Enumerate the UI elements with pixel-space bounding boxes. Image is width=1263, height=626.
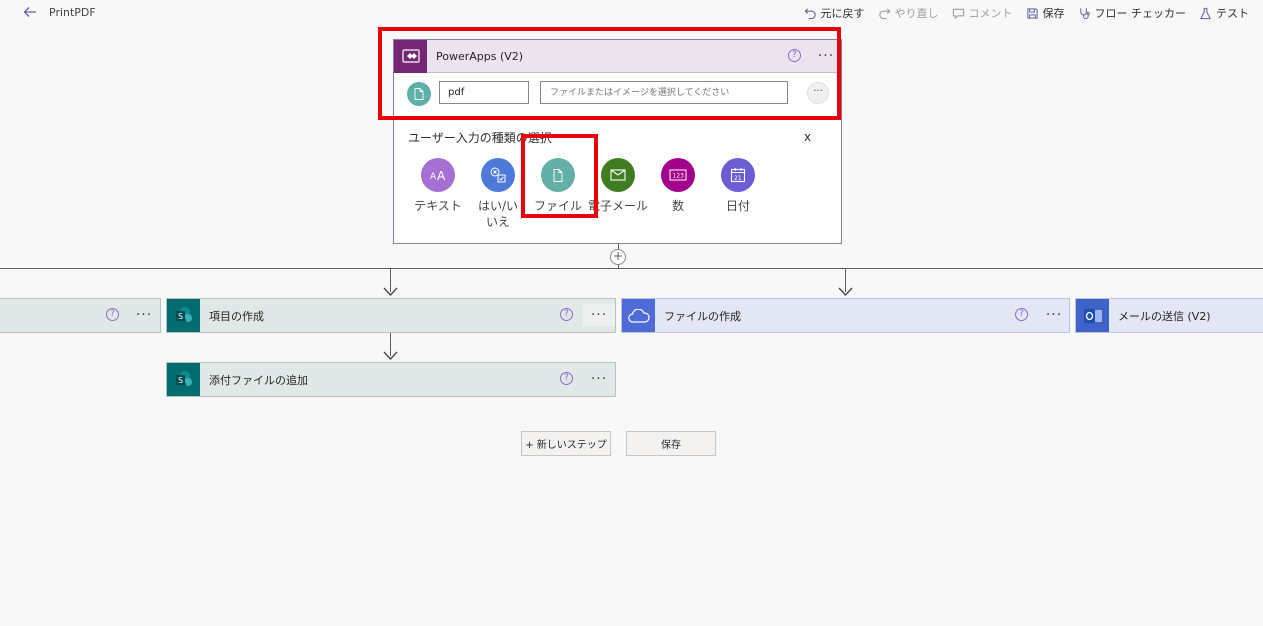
action-card-partial[interactable]: ? ··· [0, 298, 161, 333]
outlook-icon [1076, 299, 1109, 332]
back-arrow-icon[interactable] [22, 4, 38, 20]
parallel-branch-line [0, 268, 1263, 269]
trigger-title: PowerApps (V2) [436, 49, 524, 63]
input-parameter-row: ··· [394, 74, 841, 117]
type-label: ファイル [533, 199, 582, 213]
help-icon[interactable]: ? [560, 372, 573, 385]
trigger-more-icon[interactable]: ··· [810, 45, 842, 67]
flask-icon [1200, 7, 1211, 19]
new-step-button[interactable]: + 新しいステップ [521, 431, 611, 456]
input-type-date[interactable]: 21 日付 [708, 158, 768, 214]
file-type-icon [541, 158, 575, 192]
save-command-button[interactable]: 保存 [1026, 5, 1065, 21]
help-icon[interactable]: ? [106, 308, 119, 321]
redo-button[interactable]: やり直し [878, 5, 939, 21]
undo-button[interactable]: 元に戻す [804, 5, 865, 21]
sharepoint-icon: S [167, 363, 200, 396]
powerapps-trigger-card: PowerApps (V2) ? ··· ··· ユーザー入力の種類の選択 x … [393, 39, 842, 244]
help-icon[interactable]: ? [1015, 308, 1028, 321]
comment-icon [952, 8, 964, 19]
svg-text:S: S [178, 376, 183, 385]
stethoscope-icon [1079, 7, 1090, 19]
email-type-icon [601, 158, 635, 192]
input-type-text[interactable]: AA テキスト [408, 158, 468, 214]
type-label: 日付 [725, 199, 750, 213]
create-item-card[interactable]: S 項目の作成 ? ··· [166, 298, 616, 333]
create-file-card[interactable]: ファイルの作成 ? ··· [621, 298, 1070, 333]
undo-label: 元に戻す [820, 7, 865, 20]
flow-checker-button[interactable]: フロー チェッカー [1078, 5, 1187, 21]
action-more-icon[interactable]: ··· [583, 368, 615, 390]
text-type-icon: AA [421, 158, 455, 192]
add-attachment-card[interactable]: S 添付ファイルの追加 ? ··· [166, 362, 616, 397]
svg-text:A: A [430, 172, 437, 182]
redo-icon [878, 7, 890, 19]
save-icon [1026, 7, 1038, 19]
test-label: テスト [1216, 7, 1249, 20]
svg-text:S: S [178, 312, 183, 321]
parameter-more-icon[interactable]: ··· [807, 82, 829, 104]
test-button[interactable]: テスト [1199, 5, 1249, 21]
svg-text:A: A [437, 169, 446, 182]
action-more-icon[interactable]: ··· [128, 304, 160, 326]
input-type-yes-no[interactable]: はい/いいえ [468, 158, 528, 230]
parameter-name-input[interactable] [439, 81, 529, 104]
arrow-down-icon [383, 351, 398, 360]
type-label: テキスト [414, 199, 462, 213]
type-label: 数 [671, 199, 684, 213]
card-header: ファイルの作成 [622, 299, 1069, 332]
comment-label: コメント [968, 7, 1013, 20]
chooser-close-button[interactable]: x [804, 130, 811, 144]
yes-no-type-icon [481, 158, 515, 192]
document-icon [407, 82, 431, 106]
card-header: S 項目の作成 [167, 299, 615, 332]
svg-text:123: 123 [673, 173, 685, 180]
action-title: ファイルの作成 [664, 309, 741, 323]
send-email-card[interactable]: メールの送信 (V2) [1075, 298, 1263, 333]
action-more-icon[interactable]: ··· [1038, 304, 1070, 326]
arrow-down-icon [838, 287, 853, 296]
parameter-description-input[interactable] [540, 81, 788, 104]
sharepoint-icon: S [167, 299, 200, 332]
save-button[interactable]: 保存 [626, 431, 716, 456]
comment-button[interactable]: コメント [952, 5, 1013, 21]
trigger-card-header[interactable]: PowerApps (V2) ? ··· [394, 39, 842, 73]
input-type-number[interactable]: 123 数 [648, 158, 708, 214]
action-title: 項目の作成 [209, 309, 264, 323]
command-group: 元に戻す やり直し コメント 保存 フロー チェッカー テスト [804, 4, 1249, 22]
flow-checker-label: フロー チェッカー [1094, 7, 1187, 20]
arrow-down-icon [383, 287, 398, 296]
help-icon[interactable]: ? [788, 49, 801, 62]
action-title: メールの送信 (V2) [1118, 309, 1211, 323]
type-label: はい/いいえ [477, 199, 519, 229]
input-type-email[interactable]: 電子メール [588, 158, 648, 214]
powerapps-icon [394, 39, 427, 73]
card-header: メールの送信 (V2) [1076, 299, 1263, 332]
number-type-icon: 123 [661, 158, 695, 192]
action-title: 添付ファイルの追加 [209, 373, 308, 387]
help-icon[interactable]: ? [560, 308, 573, 321]
undo-icon [804, 7, 816, 19]
input-type-file[interactable]: ファイル [528, 158, 588, 214]
insert-step-plus-icon[interactable]: + [610, 249, 626, 265]
card-header: S 添付ファイルの追加 [167, 363, 615, 396]
action-more-icon[interactable]: ··· [583, 304, 615, 326]
flow-title: PrintPDF [49, 6, 96, 19]
onedrive-cloud-icon [622, 299, 655, 332]
calendar-type-icon: 21 [721, 158, 755, 192]
redo-label: やり直し [894, 7, 939, 20]
command-bar: PrintPDF 元に戻す やり直し コメント 保存 フロー チェッカー テスト [0, 0, 1263, 26]
type-label: 電子メール [588, 199, 649, 213]
svg-text:21: 21 [734, 175, 742, 182]
save-label: 保存 [1042, 7, 1065, 20]
input-type-chooser-title: ユーザー入力の種類の選択 [408, 131, 552, 145]
